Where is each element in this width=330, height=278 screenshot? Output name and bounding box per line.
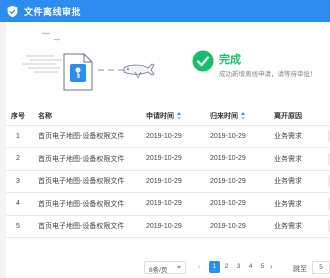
success-title: 完成 bbox=[219, 54, 241, 66]
cell-apply-time: 2019-10-29 bbox=[146, 155, 182, 163]
application-table: 序号 名称 申请时间 归来时间 离开原因 1 首页电子地图-设备权限文件 201… bbox=[6, 108, 330, 238]
offline-upload-illustration bbox=[22, 32, 155, 91]
shield-logo-icon bbox=[7, 5, 18, 17]
pagination: 8条/页 ‹ 1 2 3 4 5 › 跳至 5 bbox=[6, 258, 330, 276]
page-size-value: 8条/页 bbox=[149, 267, 168, 274]
table-row[interactable]: 2 首页电子地图-设备权限文件 2019-10-29 2019-10-29 业务… bbox=[6, 148, 330, 171]
cell-leave-reason: 业务需求 bbox=[274, 223, 302, 231]
table-row[interactable]: 1 首页电子地图-设备权限文件 2019-10-29 2019-10-29 业务… bbox=[6, 125, 330, 148]
sort-icon[interactable] bbox=[241, 112, 246, 121]
cell-return-time: 2019-10-29 bbox=[210, 177, 246, 185]
title-bar: 文件离线审批 bbox=[0, 0, 330, 22]
header-apply-time-label: 申请时间 bbox=[146, 113, 174, 121]
cell-operation[interactable] bbox=[320, 215, 330, 238]
table-row[interactable]: 3 首页电子地图-设备权限文件 2019-10-29 2019-10-29 业务… bbox=[6, 170, 330, 193]
cell-apply-time: 2019-10-29 bbox=[146, 132, 182, 140]
cell-operation[interactable] bbox=[320, 148, 330, 171]
next-page-icon[interactable]: › bbox=[270, 262, 273, 271]
success-message: 成功新增离线申请，请等待审批！ bbox=[219, 71, 317, 78]
cell-apply-time: 2019-10-29 bbox=[146, 222, 182, 230]
cell-operation[interactable] bbox=[320, 125, 330, 148]
result-banner: 完成 成功新增离线申请，请等待审批！ bbox=[6, 22, 330, 102]
cell-apply-time: 2019-10-29 bbox=[146, 177, 182, 185]
cell-name: 首页电子地图-设备权限文件 bbox=[38, 133, 125, 141]
header-name: 名称 bbox=[38, 113, 52, 121]
cell-return-time: 2019-10-29 bbox=[210, 132, 246, 140]
main-panel: 完成 成功新增离线申请，请等待审批！ 序号 名称 申请时间 归来时间 离开原因 … bbox=[6, 22, 330, 278]
cell-return-time: 2019-10-29 bbox=[210, 222, 246, 230]
jump-page-input[interactable]: 5 bbox=[312, 261, 330, 274]
sort-icon[interactable] bbox=[177, 112, 182, 121]
cell-return-time: 2019-10-29 bbox=[210, 200, 246, 208]
cell-index: 5 bbox=[16, 222, 20, 230]
cell-name: 首页电子地图-设备权限文件 bbox=[38, 200, 125, 208]
cell-index: 3 bbox=[16, 177, 20, 185]
table-header: 序号 名称 申请时间 归来时间 离开原因 bbox=[6, 108, 330, 125]
header-apply-time[interactable]: 申请时间 bbox=[138, 108, 202, 125]
header-operation bbox=[320, 108, 330, 125]
cell-index: 4 bbox=[16, 200, 20, 208]
cell-name: 首页电子地图-设备权限文件 bbox=[38, 155, 125, 163]
cell-leave-reason: 业务需求 bbox=[274, 155, 302, 163]
cell-name: 首页电子地图-设备权限文件 bbox=[38, 178, 125, 186]
chevron-down-icon bbox=[177, 266, 181, 269]
page-button-4[interactable]: 4 bbox=[245, 261, 256, 273]
page-button-3[interactable]: 3 bbox=[233, 261, 244, 273]
window-title: 文件离线审批 bbox=[24, 6, 82, 17]
cell-operation[interactable] bbox=[320, 170, 330, 193]
cell-index: 1 bbox=[16, 132, 20, 140]
cell-leave-reason: 业务需求 bbox=[274, 178, 302, 186]
success-check-icon bbox=[192, 50, 214, 72]
cell-name: 首页电子地图-设备权限文件 bbox=[38, 223, 125, 231]
prev-page-icon[interactable]: ‹ bbox=[198, 262, 201, 271]
cell-index: 2 bbox=[16, 155, 20, 163]
cell-leave-reason: 业务需求 bbox=[274, 133, 302, 141]
jump-label: 跳至 bbox=[293, 266, 307, 273]
header-index: 序号 bbox=[11, 113, 25, 121]
header-return-time-label: 归来时间 bbox=[210, 113, 238, 121]
page-size-select[interactable]: 8条/页 bbox=[144, 261, 186, 274]
table-row[interactable]: 4 首页电子地图-设备权限文件 2019-10-29 2019-10-29 业务… bbox=[6, 193, 330, 216]
cell-apply-time: 2019-10-29 bbox=[146, 200, 182, 208]
page-button-1[interactable]: 1 bbox=[209, 261, 220, 273]
page-button-2[interactable]: 2 bbox=[221, 261, 232, 273]
header-return-time[interactable]: 归来时间 bbox=[202, 108, 266, 125]
cell-operation[interactable] bbox=[320, 193, 330, 216]
table-row[interactable]: 5 首页电子地图-设备权限文件 2019-10-29 2019-10-29 业务… bbox=[6, 215, 330, 238]
page-button-5[interactable]: 5 bbox=[257, 261, 268, 273]
cell-return-time: 2019-10-29 bbox=[210, 155, 246, 163]
header-leave-reason: 离开原因 bbox=[274, 113, 302, 121]
cell-leave-reason: 业务需求 bbox=[274, 200, 302, 208]
